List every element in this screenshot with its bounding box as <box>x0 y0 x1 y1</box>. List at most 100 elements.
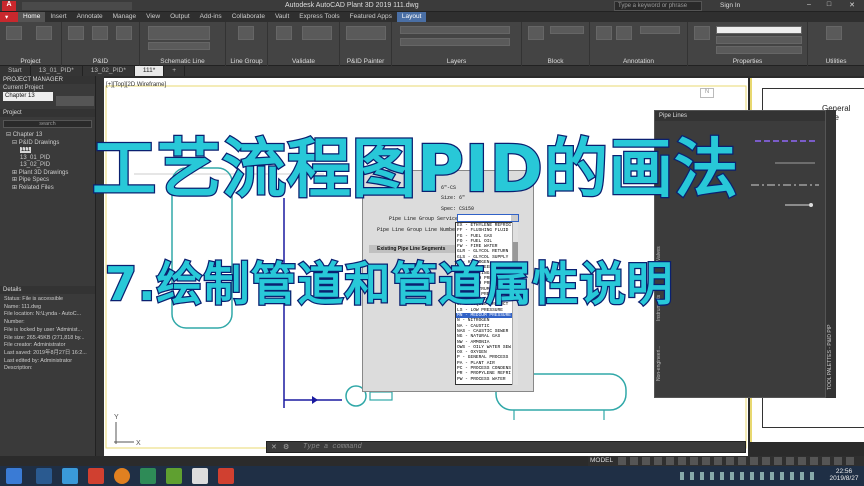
system-tray[interactable] <box>680 472 820 480</box>
match-properties-button[interactable] <box>694 26 710 40</box>
sign-in-link[interactable]: Sign In <box>720 2 740 9</box>
schematic-line-dropdown[interactable] <box>148 26 210 40</box>
tab-view[interactable]: View <box>141 12 165 22</box>
details-title: Details <box>0 286 95 294</box>
quick-access-toolbar[interactable] <box>22 2 132 10</box>
app-logo-icon[interactable]: A <box>2 1 16 11</box>
wrench-icon[interactable]: ⚙ <box>283 443 289 451</box>
tab-add-ins[interactable]: Add-ins <box>195 12 227 22</box>
palette-side-tab-non-engineering[interactable]: Non-engineeri... <box>656 321 662 381</box>
project-button[interactable] <box>6 26 22 40</box>
color-dropdown[interactable] <box>716 26 802 34</box>
insert-block-button[interactable] <box>528 26 544 40</box>
app-menu-button[interactable]: ▾ <box>0 12 18 22</box>
maximize-button[interactable]: □ <box>820 1 838 11</box>
current-project-select[interactable]: Chapter 13 <box>3 92 53 101</box>
tree-plant-3d-drawings[interactable]: ⊞ Plant 3D Drawings <box>6 170 95 178</box>
tree-chapter-13[interactable]: ⊟ Chapter 13 <box>6 132 95 140</box>
line-style-dropdown[interactable] <box>148 42 210 50</box>
tree-13-01-pid[interactable]: 13_01_PID <box>6 155 95 163</box>
project-setup-button[interactable] <box>36 26 52 40</box>
ie-icon[interactable] <box>62 468 78 484</box>
new-tab-button[interactable]: + <box>164 66 186 76</box>
line-group-button[interactable] <box>238 26 254 40</box>
run-validation-button[interactable] <box>276 26 292 40</box>
view-cube-icon[interactable]: N <box>700 88 714 98</box>
file-explorer-icon[interactable] <box>36 468 52 484</box>
taskbar: 22:56 2019/8/27 <box>0 466 864 486</box>
ribbon-label-annotation: Annotation <box>622 58 655 65</box>
text-button[interactable] <box>596 26 612 40</box>
tab-collaborate[interactable]: Collaborate <box>227 12 270 22</box>
tab-layout[interactable]: Layout <box>396 12 427 22</box>
viewport-controls[interactable]: [+][Top][2D Wireframe] <box>106 82 166 88</box>
convert-button[interactable] <box>116 26 132 40</box>
service-option[interactable]: FF - FLUSHING FLUID <box>456 228 517 233</box>
command-input[interactable]: Type a command <box>303 443 362 451</box>
tree-111[interactable]: 111 <box>6 147 95 155</box>
firefox-icon[interactable] <box>114 468 130 484</box>
project-search-input[interactable]: search <box>3 120 92 128</box>
annotation-tools[interactable] <box>640 26 680 34</box>
autocad-plant-icon[interactable] <box>192 468 208 484</box>
validation-settings-button[interactable] <box>302 26 332 40</box>
excel-icon[interactable] <box>140 468 156 484</box>
doc-tab-13-01-pid[interactable]: 13_01_PID* <box>31 66 83 76</box>
service-combobox[interactable]: ▾ <box>457 214 519 222</box>
tab-home[interactable]: Home <box>18 12 46 22</box>
tab-insert[interactable]: Insert <box>45 12 71 22</box>
tab-featured-apps[interactable]: Featured Apps <box>345 12 397 22</box>
service-option[interactable]: PW - PROCESS WATER <box>456 377 517 382</box>
pid-painter-dropdown[interactable] <box>346 26 386 40</box>
doc-tab-111[interactable]: 111* <box>134 66 165 76</box>
ribbon-label-project: Project <box>20 58 41 65</box>
layer-dropdown[interactable] <box>400 26 510 34</box>
line-number-label: Pipe Line Group Line Number: <box>377 227 462 233</box>
linetype-dropdown[interactable] <box>716 36 802 44</box>
service-option[interactable]: PR - PROPYLENE REFRI <box>456 371 517 376</box>
tree-pid-drawings[interactable]: ⊟ P&ID Drawings <box>6 140 95 148</box>
block-tools[interactable] <box>550 26 584 34</box>
doc-tab-13-02-pid[interactable]: 13_02_PID* <box>83 66 135 76</box>
lineweight-dropdown[interactable] <box>716 46 802 54</box>
doc-tab-start[interactable]: Start <box>0 66 31 76</box>
details-line: File location: N:\Lynda - AutoC... <box>4 311 82 318</box>
recorder-icon[interactable] <box>218 468 234 484</box>
dimension-button[interactable] <box>616 26 632 40</box>
project-toolbar[interactable] <box>56 96 94 106</box>
windows-start-icon[interactable] <box>6 468 22 484</box>
tab-output[interactable]: Output <box>165 12 195 22</box>
tree-related-files[interactable]: ⊞ Related Files <box>6 185 95 193</box>
search-box[interactable]: Type a keyword or phrase <box>614 1 702 11</box>
ribbon-group-block: Block <box>522 22 590 66</box>
tree-pipe-specs[interactable]: ⊞ Pipe Specs <box>6 177 95 185</box>
tab-manage[interactable]: Manage <box>108 12 142 22</box>
status-toggles[interactable] <box>618 457 858 465</box>
tree-label: 13_01_PID <box>20 154 51 161</box>
pid-button[interactable] <box>68 26 84 40</box>
clock[interactable]: 22:56 2019/8/27 <box>826 468 862 482</box>
chevron-down-icon[interactable]: ▾ <box>511 215 518 221</box>
close-button[interactable]: ✕ <box>842 1 862 11</box>
app-icon[interactable] <box>88 468 104 484</box>
camtasia-icon[interactable] <box>166 468 182 484</box>
ribbon-group-utilities: Utilities <box>808 22 864 66</box>
tree-label: 111 <box>20 147 32 153</box>
minimize-button[interactable]: – <box>800 1 818 11</box>
tool-palette-title-strip[interactable]: TOOL PALETTES - P&ID PIP <box>826 110 836 398</box>
close-icon[interactable]: ✕ <box>271 443 277 451</box>
tab-vault[interactable]: Vault <box>270 12 294 22</box>
model-button[interactable]: MODEL <box>590 457 613 464</box>
measure-button[interactable] <box>826 26 842 40</box>
tab-express-tools[interactable]: Express Tools <box>294 12 344 22</box>
tree-label: Related Files <box>18 184 54 191</box>
tab-annotate[interactable]: Annotate <box>72 12 108 22</box>
service-option[interactable]: P - GENERAL PROCESS <box>456 355 517 360</box>
ribbon-group-project: Project <box>0 22 62 66</box>
ribbon-group-pid: P&ID <box>62 22 140 66</box>
tree-13-02-pid[interactable]: 13_02_PID <box>6 162 95 170</box>
layer-tools[interactable] <box>400 38 510 46</box>
search-placeholder: Type a keyword or phrase <box>618 3 688 9</box>
assign-tag-button[interactable] <box>92 26 108 40</box>
ribbon-panel: Project P&ID Schematic Line Line Group V… <box>0 22 864 66</box>
